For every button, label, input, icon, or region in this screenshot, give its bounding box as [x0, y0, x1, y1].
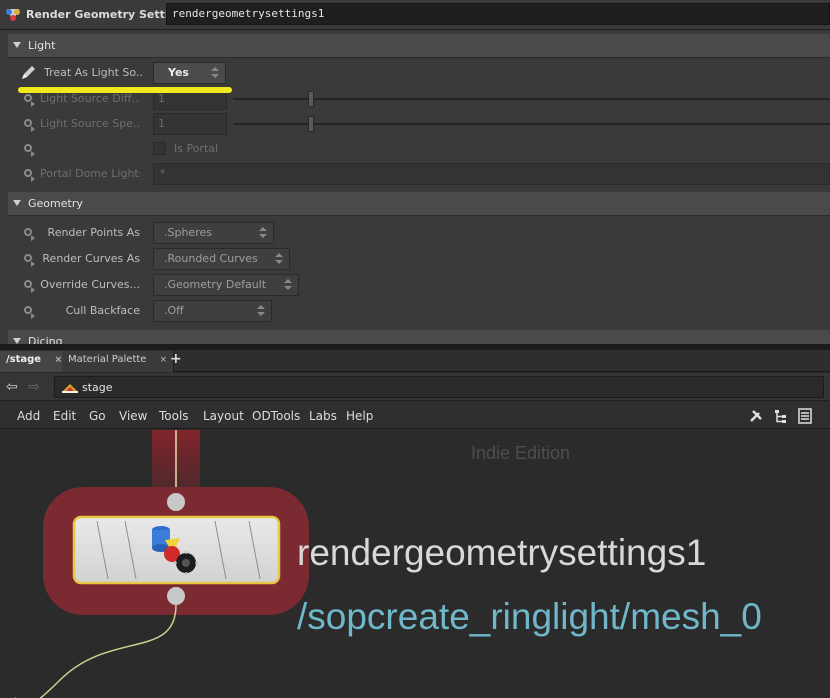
treat-as-light-menu[interactable]: Yes [153, 62, 226, 84]
folder-geometry[interactable]: Geometry [8, 192, 830, 216]
menu-odtools[interactable]: ODTools [252, 409, 300, 423]
back-arrow-icon[interactable]: ⇦ [6, 379, 18, 395]
light-specular-slider[interactable] [233, 123, 830, 125]
tab-label: /stage [6, 354, 42, 365]
network-menubar: Add Edit Go View Tools Layout ODTools La… [0, 402, 830, 429]
is-portal-checkbox[interactable] [153, 142, 166, 155]
param-light-source-specular: Light Source Spe... 1 [8, 111, 830, 137]
pencil-icon[interactable] [20, 65, 36, 81]
node-name-label: rendergeometrysettings1 [297, 532, 707, 573]
node-path-label: /sopcreate_ringlight/mesh_0 [297, 596, 762, 637]
parameter-pane: Light Treat As Light So... Yes Light Sou… [0, 30, 830, 344]
path-field[interactable]: stage [54, 376, 824, 398]
checkbox-label: Is Portal [174, 142, 219, 155]
tab-stage[interactable]: /stage × [0, 351, 70, 372]
pin-icon[interactable] [24, 144, 35, 157]
menu-go[interactable]: Go [89, 409, 106, 423]
node-input-connector[interactable] [167, 493, 185, 511]
menu-help[interactable]: Help [346, 409, 373, 423]
menu-value: .Off [164, 304, 184, 317]
menu-tools[interactable]: Tools [159, 409, 189, 423]
param-override-curves: Override Curves... .Geometry Default [8, 272, 830, 298]
path-bar: ⇦ ⇨ stage [0, 373, 830, 401]
param-is-portal: Is Portal [8, 136, 830, 162]
pane-tabbar: /stage × Material Palette × + [0, 350, 830, 372]
updown-icon [211, 67, 219, 79]
param-treat-as-light-source: Treat As Light So... Yes [8, 60, 830, 86]
folder-label: Dicing [28, 335, 63, 344]
output-wire [15, 604, 177, 698]
param-portal-dome-lights: Portal Dome Lights * [8, 161, 830, 187]
highlight-underline [18, 87, 232, 93]
wrench-icon[interactable] [748, 408, 764, 424]
param-label: Render Curves As [42, 252, 140, 265]
param-label: Render Points As [47, 226, 140, 239]
list-icon[interactable] [797, 408, 813, 424]
node-output-connector[interactable] [167, 587, 185, 605]
stage-icon [62, 384, 78, 393]
tab-label: Material Palette [68, 354, 147, 365]
portal-dome-lights-field[interactable]: * [153, 163, 830, 185]
render-curves-menu[interactable]: .Rounded Curves [153, 248, 290, 270]
override-curves-menu[interactable]: .Geometry Default [153, 274, 299, 296]
forward-arrow-icon[interactable]: ⇨ [28, 379, 40, 395]
updown-icon [284, 279, 292, 291]
menu-value: Yes [168, 66, 189, 79]
updown-icon [275, 253, 283, 265]
menu-value: .Rounded Curves [164, 252, 258, 265]
network-editor[interactable]: Indie Edition rendergeometrysettings1 /s… [0, 430, 830, 698]
add-tab-icon[interactable]: + [170, 351, 182, 367]
folder-expand-icon [13, 200, 21, 206]
slider-handle[interactable] [308, 116, 314, 132]
folder-label: Geometry [28, 197, 83, 210]
slider-handle[interactable] [308, 91, 314, 107]
updown-icon [259, 227, 267, 239]
menu-edit[interactable]: Edit [53, 409, 76, 423]
menu-layout[interactable]: Layout [203, 409, 244, 423]
param-label: Treat As Light So... [44, 66, 144, 79]
menu-view[interactable]: View [119, 409, 147, 423]
folder-light[interactable]: Light [8, 34, 830, 58]
close-icon[interactable]: × [160, 355, 168, 365]
light-diffuse-slider[interactable] [233, 98, 830, 100]
param-label: Portal Dome Lights [40, 167, 140, 180]
pin-icon[interactable] [24, 254, 35, 267]
pin-icon[interactable] [24, 306, 35, 319]
folder-dicing[interactable]: Dicing [8, 330, 830, 344]
menu-labs[interactable]: Labs [309, 409, 337, 423]
param-label: Override Curves... [40, 278, 140, 291]
param-label: Cull Backface [65, 304, 140, 317]
pin-icon[interactable] [24, 280, 35, 293]
tab-material-palette[interactable]: Material Palette × [62, 351, 175, 372]
pin-icon[interactable] [24, 94, 35, 107]
menu-value: .Geometry Default [164, 278, 267, 291]
render-geometry-settings-icon [6, 9, 20, 21]
updown-icon [257, 305, 265, 317]
render-points-menu[interactable]: .Spheres [153, 222, 274, 244]
param-label: Light Source Spe... [40, 117, 140, 130]
menu-add[interactable]: Add [17, 409, 40, 423]
tree-icon[interactable] [773, 408, 789, 424]
param-cull-backface: Cull Backface .Off [8, 298, 830, 324]
param-render-curves-as: Render Curves As .Rounded Curves [8, 246, 830, 272]
light-specular-field[interactable]: 1 [153, 113, 227, 135]
folder-label: Light [28, 39, 56, 52]
param-render-points-as: Render Points As .Spheres [8, 220, 830, 246]
cull-backface-menu[interactable]: .Off [153, 300, 272, 322]
folder-expand-icon [13, 42, 21, 48]
pin-icon[interactable] [24, 119, 35, 132]
path-label: stage [82, 381, 113, 394]
param-label: Light Source Diff... [40, 92, 140, 105]
node-name-field[interactable]: rendergeometrysettings1 [166, 3, 830, 25]
pin-icon[interactable] [24, 228, 35, 241]
close-icon[interactable]: × [55, 355, 63, 365]
pin-icon[interactable] [24, 169, 35, 182]
menu-value: .Spheres [164, 226, 212, 239]
parameter-header: Render Geometry Settings rendergeometrys… [0, 0, 830, 30]
